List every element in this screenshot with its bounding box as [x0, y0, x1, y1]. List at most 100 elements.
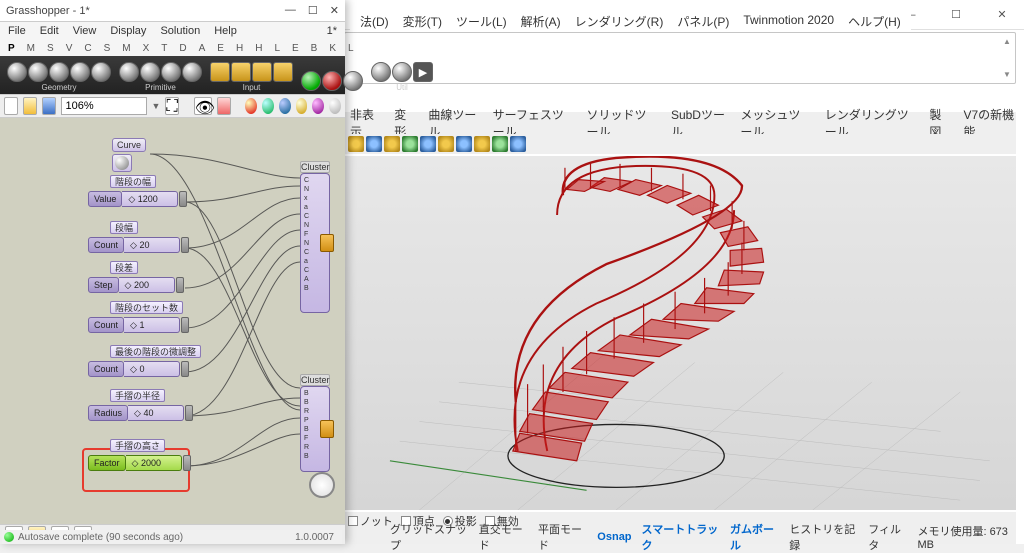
ribbon-icon[interactable] — [7, 62, 27, 82]
gh-ribbon-tab[interactable]: C — [84, 43, 91, 54]
ribbon-icon[interactable] — [322, 71, 342, 91]
gh-menu-item[interactable]: Solution — [160, 25, 200, 37]
rhino-toolbar-icons[interactable] — [344, 134, 1016, 154]
status-item[interactable]: 平面モード — [538, 521, 587, 553]
gh-ribbon-tab[interactable]: H — [236, 43, 243, 54]
ribbon-icon[interactable] — [119, 62, 139, 82]
gh-menu-item[interactable]: Help — [214, 25, 237, 37]
compass-icon[interactable] — [309, 472, 335, 498]
cluster-2[interactable]: Cluster BBRPBFRB — [300, 386, 330, 472]
status-item[interactable]: グリッドスナップ — [390, 521, 469, 553]
new-doc-icon[interactable] — [4, 97, 18, 115]
gh-min-button[interactable]: — — [285, 4, 296, 17]
ribbon-icon[interactable] — [182, 62, 202, 82]
gh-menu-item[interactable]: File — [8, 25, 26, 37]
rhino-menu-item[interactable]: ツール(L) — [456, 13, 507, 30]
gh-ribbon[interactable]: GeometryPrimitiveInputUtil — [0, 56, 345, 94]
gh-ribbon-tab[interactable]: E — [292, 43, 299, 54]
curve-icon[interactable] — [112, 154, 132, 172]
shade-white-icon[interactable] — [329, 98, 341, 114]
status-item[interactable]: 直交モード — [479, 521, 528, 553]
rhino-command-area[interactable]: ▲▼ — [344, 32, 1016, 84]
gh-ribbon-tab[interactable]: V — [66, 43, 73, 54]
rhino-menu-item[interactable]: 解析(A) — [521, 13, 561, 30]
gh-toolbar[interactable]: ▼ ⛶ 👁 — [0, 94, 345, 118]
rhino-menu-item[interactable]: パネル(P) — [677, 13, 729, 30]
gh-menu-item[interactable]: View — [73, 25, 97, 37]
cluster-1[interactable]: Cluster CNxaCNFNCaCAB — [300, 173, 330, 313]
open-doc-icon[interactable] — [23, 97, 37, 115]
rhino-max-button[interactable]: ☐ — [942, 8, 970, 21]
gh-ribbon-tab[interactable]: X — [143, 43, 150, 54]
slider-node[interactable]: Step◇ 200 — [88, 276, 184, 294]
gh-menu-item[interactable]: Display — [110, 25, 146, 37]
ribbon-icon[interactable] — [273, 62, 293, 82]
gh-ribbon-tab[interactable]: E — [217, 43, 224, 54]
ribbon-icon[interactable] — [392, 62, 412, 82]
rhino-close-button[interactable]: ✕ — [988, 8, 1016, 21]
gh-ribbon-tab[interactable]: L — [348, 43, 354, 54]
save-doc-icon[interactable] — [42, 97, 56, 115]
osnap-option[interactable]: ノット — [348, 513, 393, 529]
slider-node[interactable]: Count◇ 20 — [88, 236, 189, 254]
ribbon-icon[interactable] — [252, 62, 272, 82]
gh-canvas[interactable]: Curve Cluster CNxaCNFNCaCAB Cluster BBRP… — [0, 118, 345, 524]
slider-node[interactable]: Count◇ 0 — [88, 360, 189, 378]
gh-ribbon-tab[interactable]: M — [122, 43, 130, 54]
gh-max-button[interactable]: ☐ — [308, 4, 318, 17]
curve-param[interactable]: Curve — [112, 138, 146, 152]
rhino-toolbar-tabs[interactable]: 非表示変形曲線ツールサーフェスツールソリッドツールSubDツールメッシュツールレ… — [344, 112, 1016, 134]
gh-ribbon-tab[interactable]: P — [8, 43, 15, 54]
gh-ribbon-tab[interactable]: B — [311, 43, 318, 54]
shade-blue-icon[interactable] — [279, 98, 291, 114]
rhino-menu-item[interactable]: ヘルプ(H) — [848, 13, 901, 30]
gh-ribbon-tab[interactable]: T — [161, 43, 167, 54]
rhino-viewport[interactable] — [344, 156, 1016, 510]
gh-ribbon-tab[interactable]: S — [47, 43, 54, 54]
gh-menu[interactable]: File Edit View Display Solution Help — [8, 25, 237, 37]
slider-node[interactable]: Factor◇ 2000 — [88, 454, 191, 472]
gh-ribbon-tabs[interactable]: PMSVCSMXTDAEHHLEBKL — [0, 40, 345, 56]
shade-green-icon[interactable] — [262, 98, 274, 114]
gh-ribbon-tab[interactable]: A — [199, 43, 206, 54]
ribbon-icon[interactable] — [343, 71, 363, 91]
preview-icon[interactable]: 👁 — [194, 97, 212, 115]
status-item[interactable]: Osnap — [597, 531, 631, 543]
ribbon-icon[interactable] — [231, 62, 251, 82]
ribbon-icon[interactable] — [413, 62, 433, 82]
ribbon-icon[interactable] — [161, 62, 181, 82]
gh-ribbon-tab[interactable]: L — [274, 43, 280, 54]
slider-node[interactable]: Radius◇ 40 — [88, 404, 193, 422]
rhino-menu-item[interactable]: Twinmotion 2020 — [743, 13, 834, 30]
gh-ribbon-tab[interactable]: M — [27, 43, 35, 54]
status-item[interactable]: ガムボール — [730, 521, 779, 553]
shade-purple-icon[interactable] — [312, 98, 324, 114]
status-item[interactable]: スマートトラック — [642, 521, 721, 553]
rhino-menu-item[interactable]: レンダリング(R) — [575, 13, 664, 30]
rhino-menu-item[interactable]: 変形(T) — [403, 13, 442, 30]
ribbon-icon[interactable] — [301, 71, 321, 91]
ribbon-icon[interactable] — [70, 62, 90, 82]
zoom-field[interactable] — [61, 97, 147, 115]
gh-menu-item[interactable]: Edit — [40, 25, 59, 37]
rhino-menubar[interactable]: 法(D) 変形(T) ツール(L) 解析(A) レンダリング(R) パネル(P) Twinm… — [350, 9, 911, 34]
zoom-extents-icon[interactable]: ⛶ — [165, 97, 179, 115]
ribbon-icon[interactable] — [91, 62, 111, 82]
gh-ribbon-tab[interactable]: K — [329, 43, 336, 54]
shade-yellow-icon[interactable] — [296, 98, 308, 114]
ribbon-icon[interactable] — [210, 62, 230, 82]
ribbon-icon[interactable] — [140, 62, 160, 82]
gh-ribbon-tab[interactable]: H — [255, 43, 262, 54]
gh-ribbon-tab[interactable]: S — [104, 43, 111, 54]
shade-red-icon[interactable] — [245, 98, 257, 114]
status-item[interactable]: ヒストリを記録 — [789, 521, 858, 553]
slider-node[interactable]: Count◇ 1 — [88, 316, 189, 334]
ribbon-icon[interactable] — [371, 62, 391, 82]
gh-close-button[interactable]: ✕ — [330, 4, 339, 17]
rhino-menu-item[interactable]: 法(D) — [360, 13, 389, 30]
ribbon-icon[interactable] — [28, 62, 48, 82]
ribbon-icon[interactable] — [49, 62, 69, 82]
slider-node[interactable]: Value◇ 1200 — [88, 190, 187, 208]
sketch-icon[interactable] — [217, 97, 231, 115]
gh-ribbon-tab[interactable]: D — [179, 43, 186, 54]
